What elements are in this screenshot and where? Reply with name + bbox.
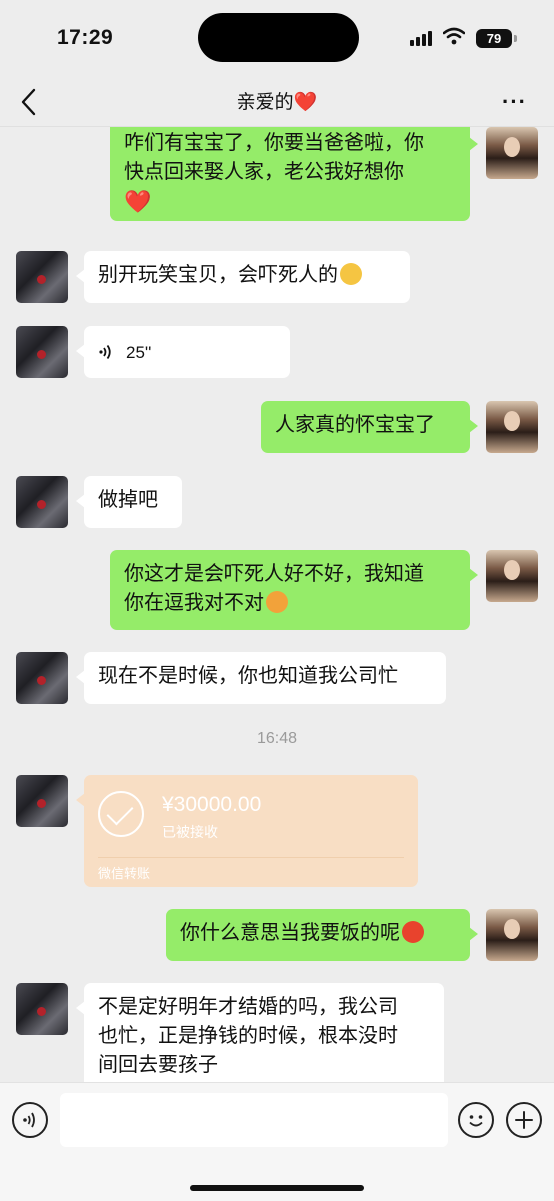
message-text: 人家真的怀宝宝了 xyxy=(275,414,435,436)
pouting-face-emoji xyxy=(266,591,288,613)
contact-avatar[interactable] xyxy=(16,983,68,1035)
outgoing-message-bubble[interactable]: 人家真的怀宝宝了 xyxy=(261,401,478,453)
dynamic-island xyxy=(198,13,359,62)
contact-avatar[interactable] xyxy=(16,652,68,704)
angry-face-emoji xyxy=(402,921,424,943)
message-text-input[interactable] xyxy=(60,1093,448,1147)
message-text: 你什么意思当我要饭的呢 xyxy=(180,922,400,944)
emoji-picker-button[interactable] xyxy=(458,1102,494,1138)
message-text: 做掉吧 xyxy=(98,489,158,511)
more-options-icon[interactable]: ··· xyxy=(502,89,527,115)
status-bar: 17:29 79 xyxy=(0,0,554,78)
voice-message-bubble[interactable]: 25'' xyxy=(76,326,290,378)
contact-avatar[interactable] xyxy=(16,775,68,827)
battery-indicator: 79 xyxy=(476,29,512,48)
heart-emoji: ❤️ xyxy=(293,92,318,113)
chat-title: 亲爱的❤️ xyxy=(0,87,554,114)
chat-timestamp: 16:48 xyxy=(256,730,298,747)
transfer-label: 微信转账 xyxy=(98,866,151,881)
contact-avatar[interactable] xyxy=(16,251,68,303)
status-time: 17:29 xyxy=(57,26,114,49)
battery-tip xyxy=(514,35,517,42)
message-text: 不是定好明年才结婚的吗，我公司 也忙，正是挣钱的时候，根本没时 间回去要孩子 xyxy=(98,996,398,1076)
voice-wave-icon xyxy=(23,1112,35,1128)
sweat-face-emoji xyxy=(340,263,362,285)
transfer-amount: ¥30000.00 xyxy=(162,793,262,816)
chat-header: 亲爱的❤️ ··· xyxy=(0,78,554,127)
cellular-signal-icon xyxy=(410,31,434,46)
my-avatar[interactable] xyxy=(486,909,538,961)
my-avatar[interactable] xyxy=(486,401,538,453)
my-avatar[interactable] xyxy=(486,127,538,179)
home-indicator xyxy=(190,1185,364,1191)
wifi-icon xyxy=(443,27,465,45)
contact-avatar[interactable] xyxy=(16,326,68,378)
transfer-divider xyxy=(98,857,404,858)
outgoing-message-bubble[interactable]: 你这才是会吓死人好不好，我知道 你在逗我对不对 xyxy=(110,550,478,630)
contact-name: 亲爱的 xyxy=(236,92,294,113)
contact-avatar[interactable] xyxy=(16,476,68,528)
more-functions-button[interactable] xyxy=(506,1102,542,1138)
voice-duration: 25'' xyxy=(126,342,152,362)
outgoing-message-bubble[interactable]: 你什么意思当我要饭的呢 xyxy=(166,909,478,961)
voice-input-button[interactable] xyxy=(12,1102,48,1138)
wechat-transfer-card[interactable]: ¥30000.00 已被接收 微信转账 xyxy=(76,775,418,887)
incoming-message-bubble[interactable]: 不是定好明年才结婚的吗，我公司 也忙，正是挣钱的时候，根本没时 间回去要孩子 xyxy=(76,983,444,1082)
outgoing-message-bubble[interactable]: 咋们有宝宝了，你要当爸爸啦，你 快点回来娶人家，老公我好想你 ❤️ xyxy=(110,127,478,221)
plus-icon xyxy=(515,1111,533,1129)
my-avatar[interactable] xyxy=(486,550,538,602)
voice-wave-icon xyxy=(99,344,111,360)
transfer-status: 已被接收 xyxy=(162,824,218,840)
message-text: 咋们有宝宝了，你要当爸爸啦，你 快点回来娶人家，老公我好想你 xyxy=(124,132,424,183)
chat-message-list[interactable]: 咋们有宝宝了，你要当爸爸啦，你 快点回来娶人家，老公我好想你 ❤️ 别开玩笑宝贝，… xyxy=(0,127,554,1082)
message-text: 现在不是时候，你也知道我公司忙 xyxy=(98,665,398,687)
heart-emoji: ❤️ xyxy=(124,189,152,214)
smiley-icon xyxy=(469,1115,483,1127)
message-text: 别开玩笑宝贝，会吓死人的 xyxy=(98,264,338,286)
incoming-message-bubble[interactable]: 别开玩笑宝贝，会吓死人的 xyxy=(76,251,410,303)
message-input-bar xyxy=(0,1082,554,1201)
incoming-message-bubble[interactable]: 现在不是时候，你也知道我公司忙 xyxy=(76,652,446,704)
incoming-message-bubble[interactable]: 做掉吧 xyxy=(76,476,182,528)
